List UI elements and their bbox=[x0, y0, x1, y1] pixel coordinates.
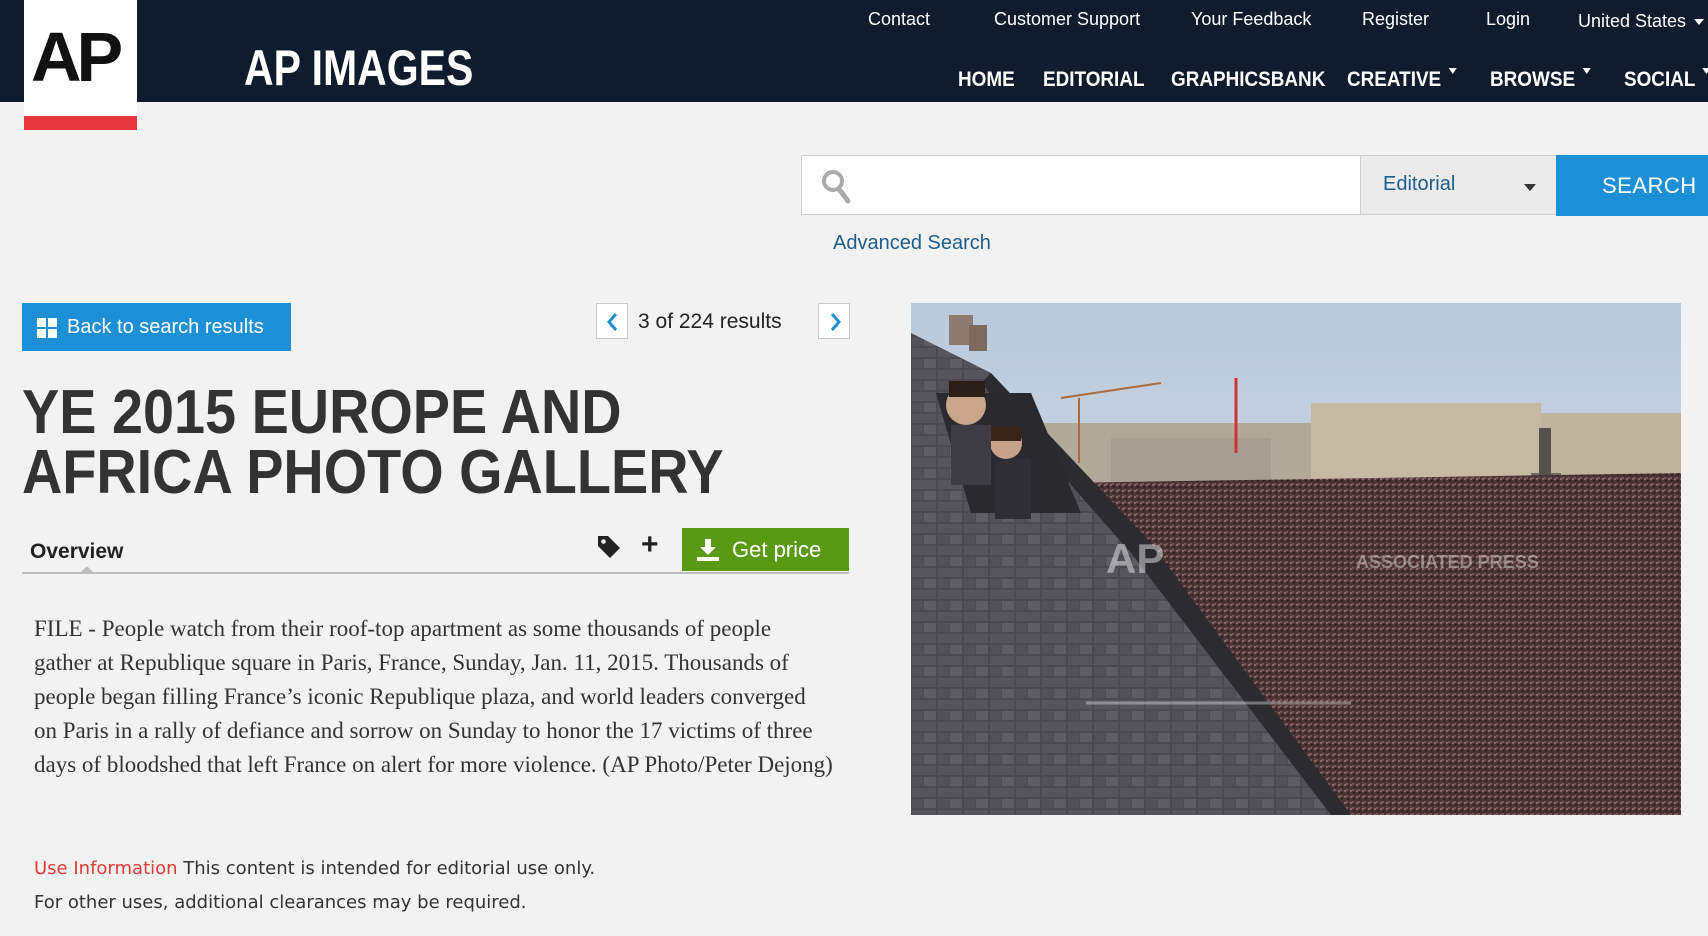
nav-creative-label: CREATIVE bbox=[1347, 68, 1442, 91]
nav-social-label: SOCIAL bbox=[1624, 68, 1696, 91]
nav-home[interactable]: HOME bbox=[958, 68, 1015, 92]
nav-browse[interactable]: BROWSE bbox=[1490, 68, 1591, 92]
tab-overview[interactable]: Overview bbox=[30, 540, 123, 564]
chevron-left-icon bbox=[607, 313, 618, 331]
util-nav-register[interactable]: Register bbox=[1362, 9, 1429, 30]
region-label: United States bbox=[1578, 11, 1687, 31]
use-info-text-1: This content is intended for editorial u… bbox=[183, 858, 596, 879]
util-nav-customer-support[interactable]: Customer Support bbox=[994, 9, 1140, 30]
back-to-results-label: Back to search results bbox=[67, 316, 264, 338]
gallery-title: YE 2015 EUROPE AND AFRICA PHOTO GALLERY bbox=[22, 378, 724, 507]
photo-watermark-text: ASSOCIATED PRESS bbox=[1356, 552, 1539, 572]
photo-illustration: AP ASSOCIATED PRESS bbox=[911, 303, 1681, 815]
nav-graphicsbank[interactable]: GRAPHICSBANK bbox=[1171, 68, 1325, 92]
chevron-right-icon bbox=[830, 313, 841, 331]
next-result-button[interactable] bbox=[818, 303, 850, 339]
advanced-search-link[interactable]: Advanced Search bbox=[833, 232, 991, 255]
use-info-text-2: For other uses, additional clearances ma… bbox=[34, 892, 527, 913]
logo-accent-bar bbox=[24, 116, 137, 130]
result-counter: 3 of 224 results bbox=[638, 310, 782, 333]
util-nav-login[interactable]: Login bbox=[1486, 9, 1530, 30]
get-price-button[interactable]: Get price bbox=[682, 528, 849, 571]
search-button[interactable]: SEARCH bbox=[1556, 155, 1708, 216]
region-selector[interactable]: United States bbox=[1578, 11, 1705, 32]
use-information-link[interactable]: Use Information bbox=[34, 858, 178, 879]
active-tab-indicator bbox=[80, 566, 94, 573]
utility-nav: Contact Customer Support Your Feedback R… bbox=[868, 9, 1708, 33]
back-to-results-button[interactable]: Back to search results bbox=[22, 303, 291, 351]
chevron-down-icon bbox=[1524, 184, 1536, 191]
nav-creative[interactable]: CREATIVE bbox=[1347, 68, 1457, 92]
search-category-label: Editorial bbox=[1383, 173, 1456, 195]
chevron-down-icon bbox=[1702, 68, 1708, 74]
magnifier-icon bbox=[822, 170, 851, 204]
gallery-photo[interactable]: AP ASSOCIATED PRESS bbox=[911, 303, 1681, 815]
search-category-select[interactable]: Editorial bbox=[1361, 155, 1556, 215]
prev-result-button[interactable] bbox=[596, 303, 628, 339]
site-header: AP AP IMAGES Contact Customer Support Yo… bbox=[0, 0, 1708, 130]
nav-browse-label: BROWSE bbox=[1490, 68, 1576, 91]
grid-icon bbox=[37, 318, 57, 338]
search-box bbox=[801, 155, 1361, 215]
tag-icon[interactable] bbox=[596, 534, 622, 560]
photo-watermark-logo: AP bbox=[1106, 535, 1164, 582]
nav-social[interactable]: SOCIAL bbox=[1624, 68, 1708, 92]
photo-caption: FILE - People watch from their roof-top … bbox=[34, 616, 833, 777]
main-nav: HOME EDITORIAL GRAPHICSBANK CREATIVE BRO… bbox=[0, 68, 1708, 98]
download-icon bbox=[697, 539, 719, 561]
use-info-line-1: Use Information This content is intended… bbox=[34, 852, 834, 886]
chevron-down-icon bbox=[1694, 19, 1705, 26]
get-price-label: Get price bbox=[732, 537, 822, 562]
util-nav-contact[interactable]: Contact bbox=[868, 9, 930, 30]
plus-icon[interactable]: + bbox=[641, 528, 659, 562]
nav-editorial[interactable]: EDITORIAL bbox=[1043, 68, 1145, 92]
search-input[interactable] bbox=[862, 166, 1346, 206]
use-information: Use Information This content is intended… bbox=[34, 852, 834, 920]
ap-logo[interactable]: AP bbox=[24, 0, 137, 130]
chevron-down-icon bbox=[1582, 68, 1591, 74]
util-nav-your-feedback[interactable]: Your Feedback bbox=[1191, 9, 1311, 30]
chevron-down-icon bbox=[1448, 68, 1457, 74]
